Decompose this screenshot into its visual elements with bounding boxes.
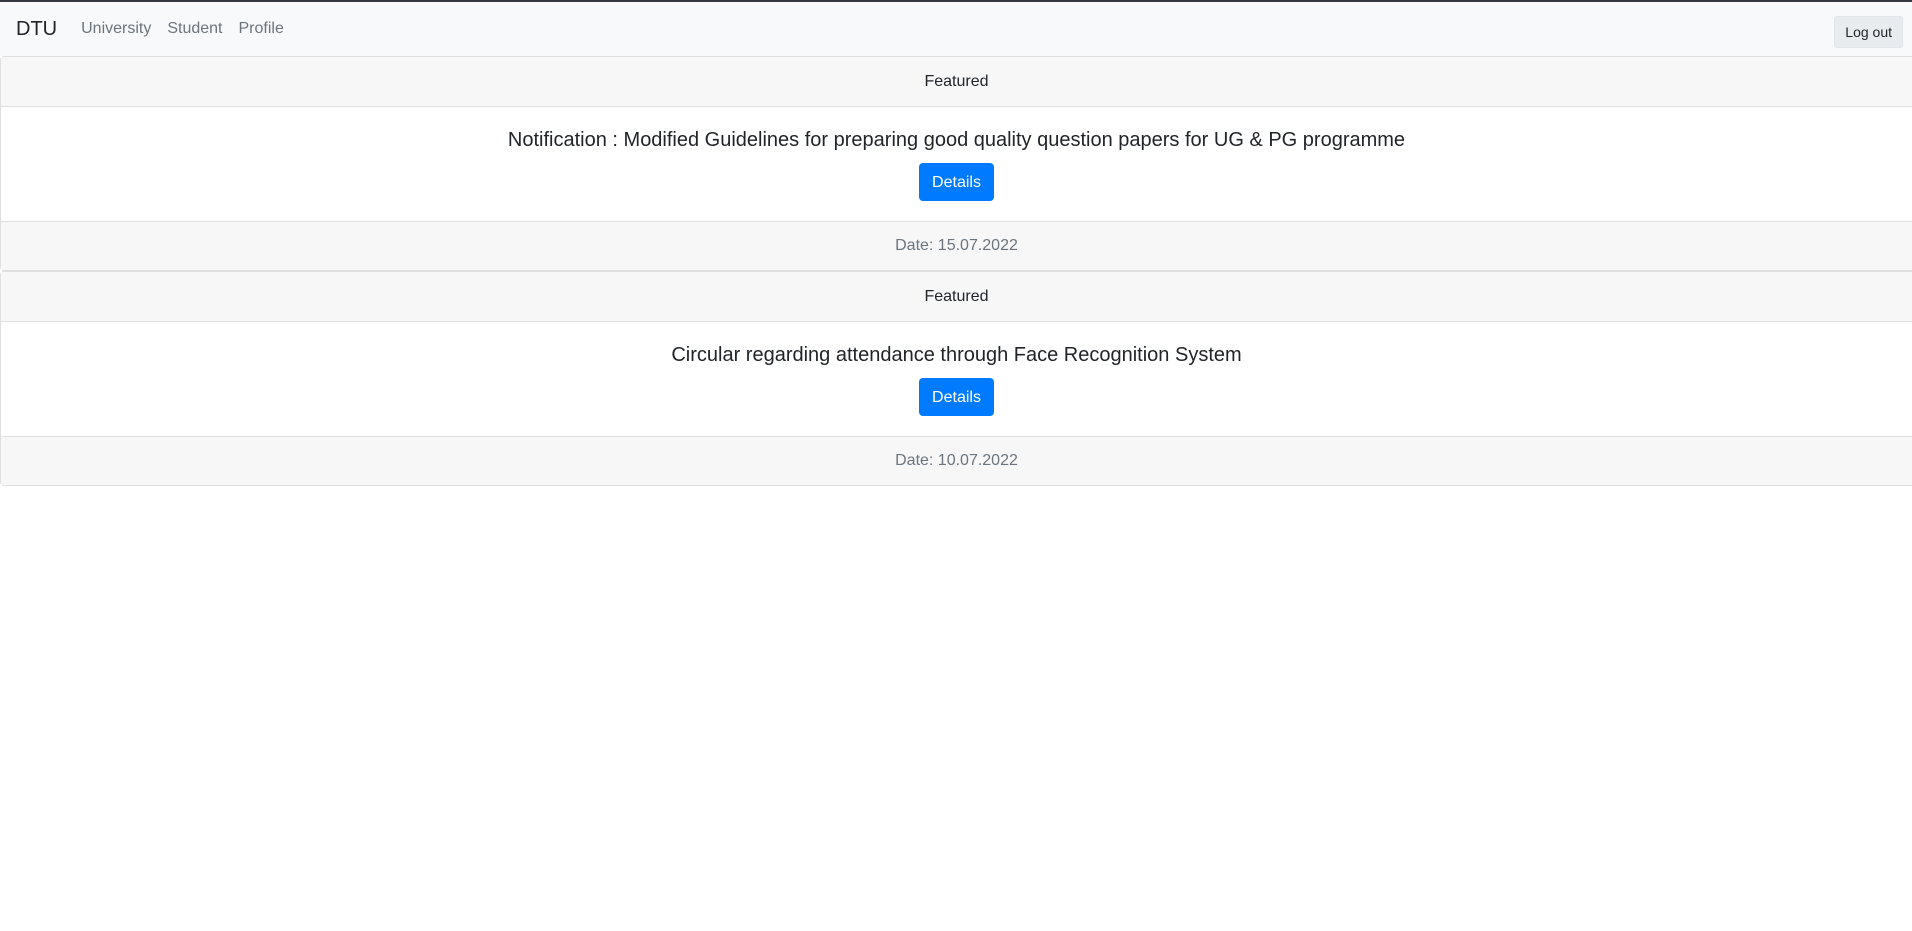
card-title: Circular regarding attendance through Fa…: [671, 344, 1242, 366]
details-button[interactable]: Details: [919, 378, 994, 416]
nav-link-profile[interactable]: Profile: [239, 20, 284, 38]
notification-card: Featured Circular regarding attendance t…: [0, 271, 1912, 486]
brand-link[interactable]: DTU: [16, 18, 57, 41]
card-date: Date: 15.07.2022: [1, 221, 1912, 270]
nav-link-student[interactable]: Student: [167, 20, 222, 38]
nav-link-university[interactable]: University: [81, 20, 151, 38]
details-button[interactable]: Details: [919, 163, 994, 201]
card-header: Featured: [1, 57, 1912, 107]
card-date: Date: 10.07.2022: [1, 436, 1912, 485]
card-body: Circular regarding attendance through Fa…: [1, 322, 1912, 436]
logout-button[interactable]: Log out: [1834, 16, 1903, 48]
card-body: Notification : Modified Guidelines for p…: [1, 107, 1912, 221]
notification-card: Featured Notification : Modified Guideli…: [0, 56, 1912, 271]
top-navbar: DTU University Student Profile Log out: [0, 0, 1912, 56]
card-title: Notification : Modified Guidelines for p…: [507, 129, 1406, 151]
notification-list: Featured Notification : Modified Guideli…: [0, 56, 1912, 486]
card-header: Featured: [1, 272, 1912, 322]
